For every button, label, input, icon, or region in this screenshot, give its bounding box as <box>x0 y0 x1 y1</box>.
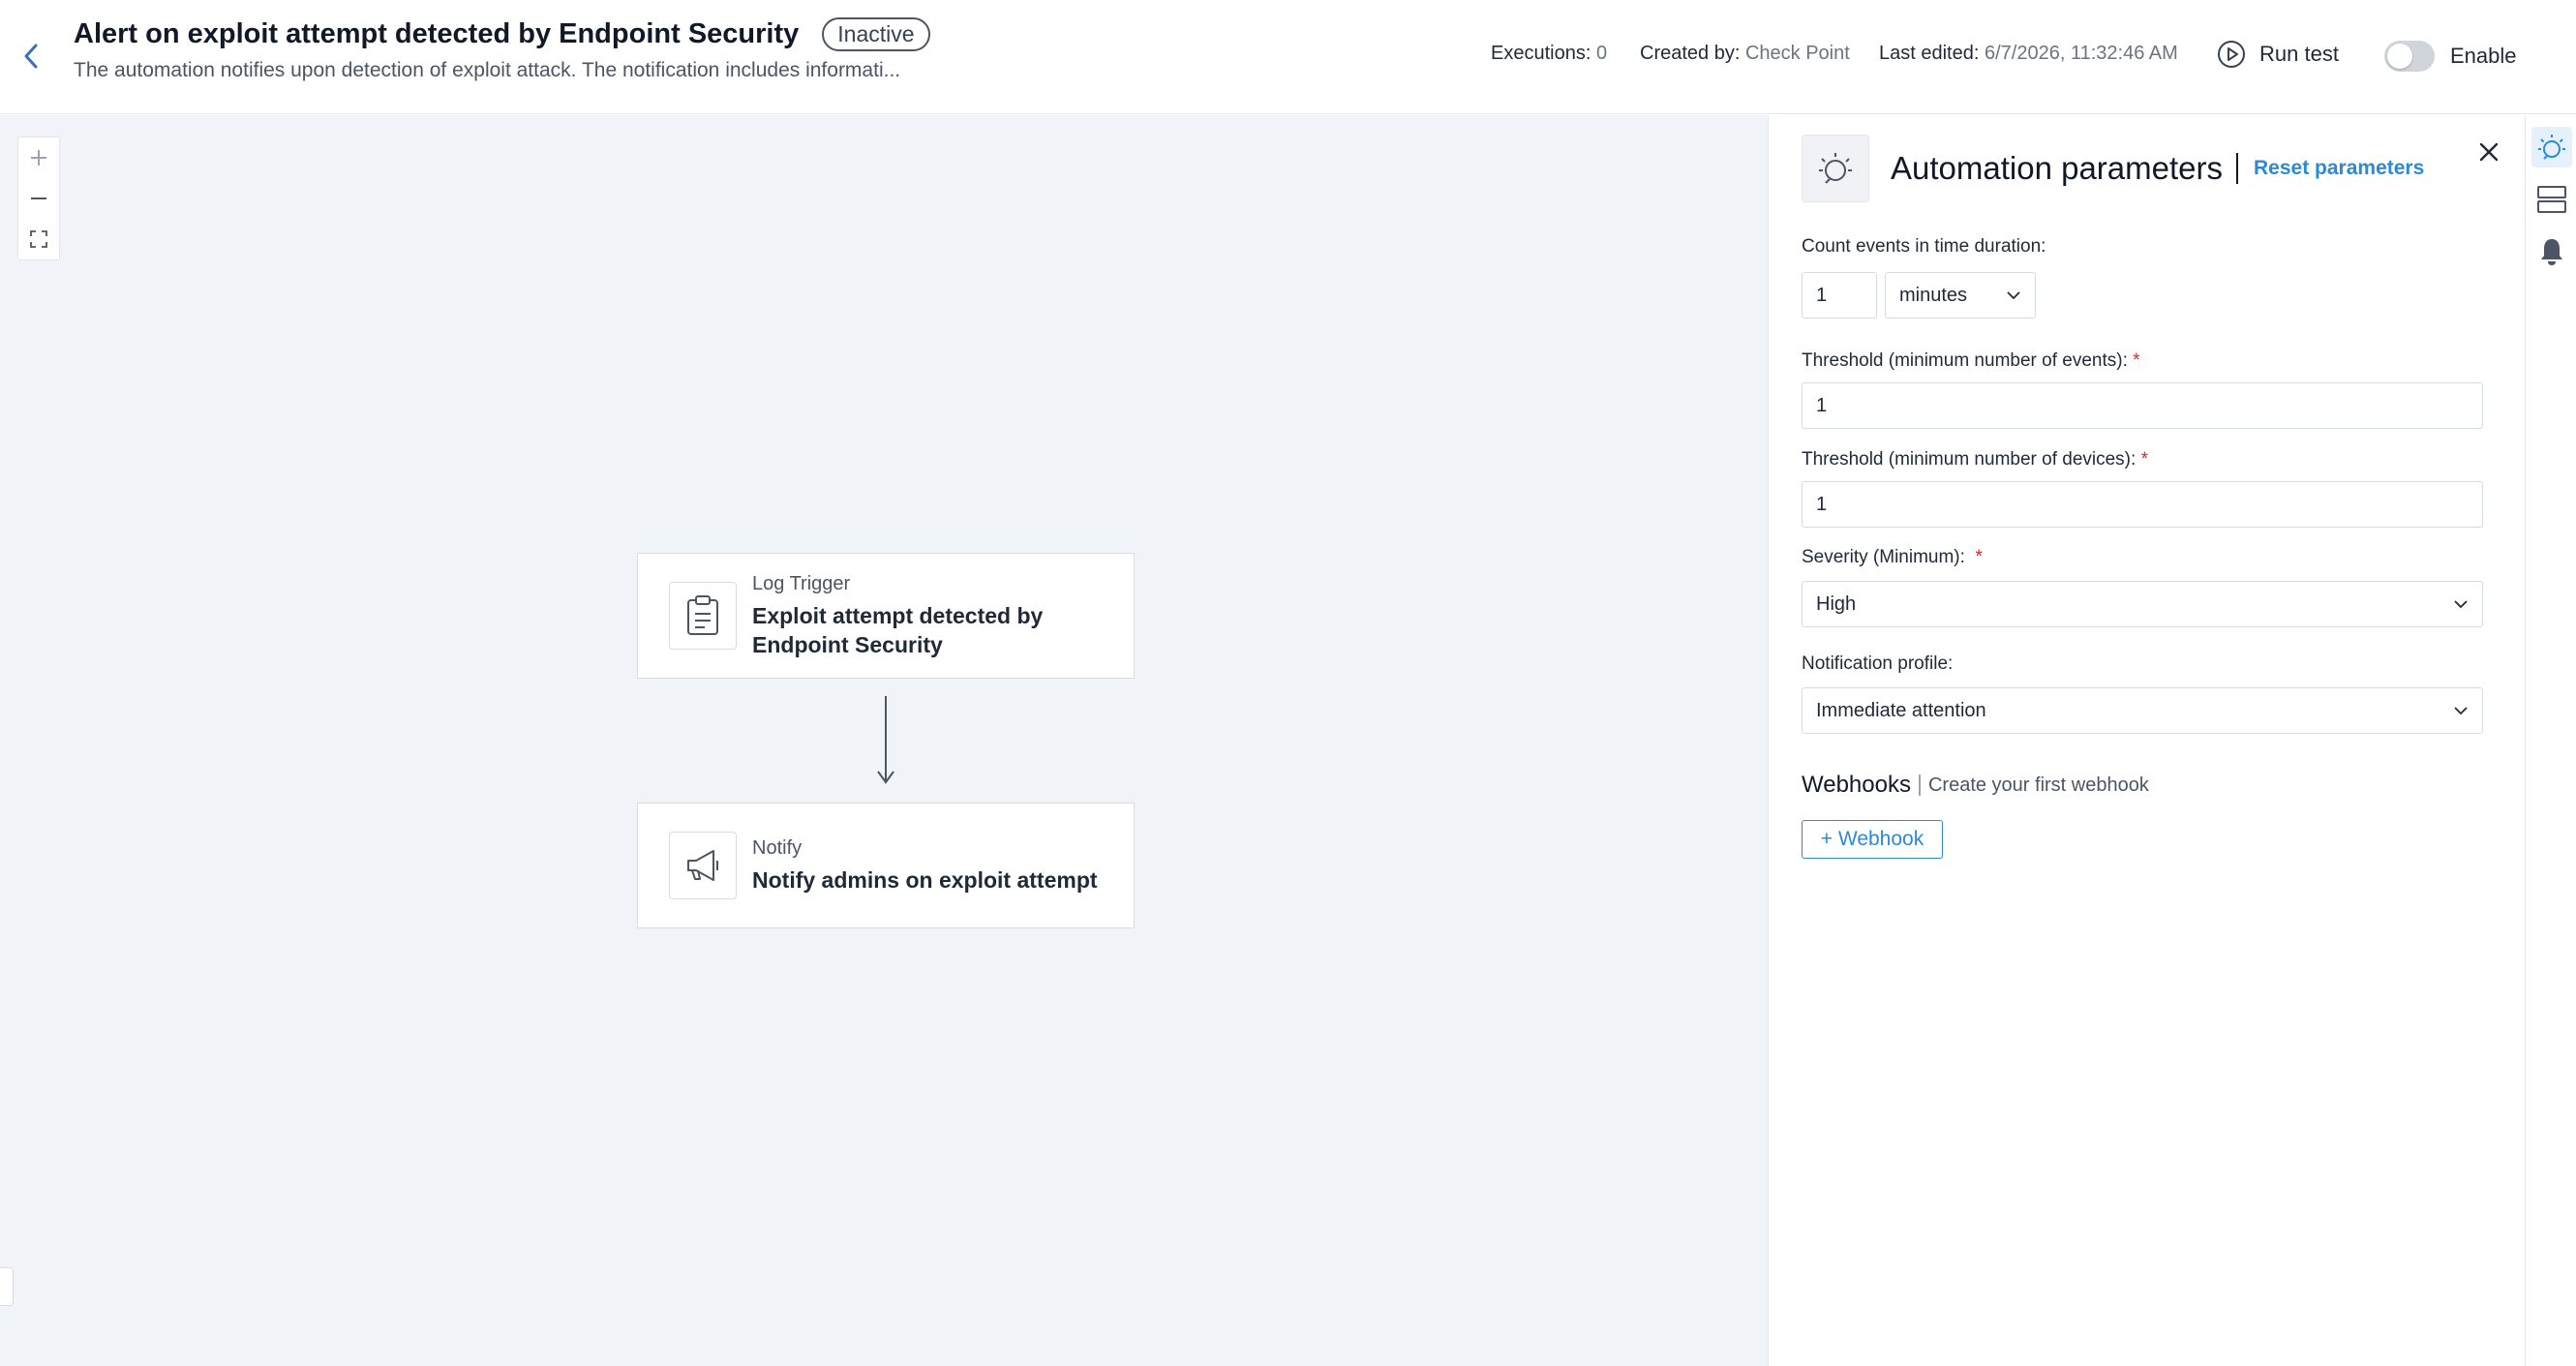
add-webhook-button[interactable]: + Webhook <box>1802 820 1943 859</box>
required-mark: * <box>2133 350 2140 371</box>
title-block: Alert on exploit attempt detected by End… <box>74 17 930 82</box>
chevron-down-icon <box>2454 600 2468 609</box>
zoom-in-button[interactable] <box>18 137 59 178</box>
count-events-label: Count events in time duration: <box>1802 236 2046 257</box>
webhooks-header: Webhooks Create your first webhook <box>1802 772 2149 799</box>
node-icon-box <box>669 582 737 650</box>
webhooks-subtitle: Create your first webhook <box>1927 774 2149 796</box>
count-duration-input[interactable]: 1 <box>1802 272 1877 319</box>
back-button[interactable] <box>15 37 46 76</box>
chevron-down-icon <box>2454 707 2468 715</box>
title-separator <box>2236 153 2239 184</box>
zoom-out-button[interactable] <box>18 178 59 219</box>
chevron-left-icon <box>24 44 38 69</box>
panel-header: Automation parameters Reset parameters <box>1802 135 2424 202</box>
threshold-events-label-text: Threshold (minimum number of events): <box>1802 350 2128 371</box>
run-test-button[interactable]: Run test <box>2217 40 2339 69</box>
plus-icon <box>31 150 46 166</box>
threshold-events-input[interactable]: 1 <box>1802 382 2483 429</box>
threshold-devices-label: Threshold (minimum number of devices): * <box>1802 449 2148 471</box>
node-connector-arrow <box>877 696 894 784</box>
run-test-label: Run test <box>2259 42 2339 66</box>
last-edited-label: Last edited: <box>1879 43 1980 64</box>
threshold-events-label: Threshold (minimum number of events): * <box>1802 350 2140 372</box>
page-title: Alert on exploit attempt detected by End… <box>74 18 800 49</box>
executions-value: 0 <box>1595 43 1608 64</box>
rail-notifications-button[interactable] <box>2531 231 2572 272</box>
page-header: Alert on exploit attempt detected by End… <box>0 0 2576 114</box>
fullscreen-icon <box>30 230 47 248</box>
created-by-value: Check Point <box>1744 43 1850 64</box>
node-title: Exploit attempt detected by Endpoint Sec… <box>752 602 1044 657</box>
duration-unit-select[interactable]: minutes <box>1885 272 2036 319</box>
threshold-devices-label-text: Threshold (minimum number of devices): <box>1802 449 2137 470</box>
last-edited-value: 6/7/2026, 11:32:46 AM <box>1984 43 2178 64</box>
megaphone-icon <box>687 850 718 881</box>
notification-profile-select[interactable]: Immediate attention <box>1802 687 2483 734</box>
workflow-node-notify[interactable]: Notify Notify admins on exploit attempt <box>637 803 1135 928</box>
required-mark: * <box>2140 449 2148 470</box>
close-icon <box>2479 142 2499 162</box>
node-title: Notify admins on exploit attempt <box>752 866 1098 893</box>
automation-parameters-panel: Automation parameters Reset parameters C… <box>1768 115 2525 1366</box>
panel-title: Automation parameters <box>1891 150 2224 186</box>
required-mark: * <box>1975 547 1983 567</box>
duration-unit-value: minutes <box>1899 284 1968 306</box>
workflow-node-trigger[interactable]: Log Trigger Exploit attempt detected by … <box>637 553 1135 679</box>
enable-toggle-group: Enable <box>2384 41 2517 72</box>
zoom-controls <box>17 137 60 260</box>
layers-icon <box>2537 186 2566 213</box>
right-rail <box>2525 115 2576 1366</box>
notification-profile-value: Immediate attention <box>1816 699 1986 721</box>
webhooks-separator <box>1918 774 1921 796</box>
side-panel-handle[interactable] <box>0 1267 14 1306</box>
status-badge: Inactive <box>822 17 930 51</box>
fit-view-button[interactable] <box>18 219 59 259</box>
enable-toggle[interactable] <box>2384 41 2435 72</box>
created-by-label: Created by: <box>1640 43 1741 64</box>
close-panel-button[interactable] <box>2471 135 2506 169</box>
bell-icon <box>2541 239 2562 265</box>
severity-label: Severity (Minimum): * <box>1802 547 1983 568</box>
automation-icon <box>1819 153 1852 184</box>
node-type-label: Log Trigger <box>752 572 851 594</box>
page-description: The automation notifies upon detection o… <box>74 59 901 81</box>
panel-icon-box <box>1802 135 1869 202</box>
node-icon-box <box>669 832 737 899</box>
notification-profile-label: Notification profile: <box>1802 653 1954 674</box>
severity-select[interactable]: High <box>1802 581 2483 627</box>
webhooks-title: Webhooks <box>1802 772 1911 798</box>
clipboard-icon <box>687 595 718 635</box>
created-by-meta: Created by: Check Point <box>1640 43 1850 65</box>
severity-value: High <box>1816 592 1857 615</box>
rail-layout-button[interactable] <box>2531 179 2572 220</box>
last-edited-meta: Last edited: 6/7/2026, 11:32:46 AM <box>1879 43 2178 65</box>
rail-automation-button[interactable] <box>2531 127 2572 167</box>
executions-meta: Executions: 0 <box>1491 43 1607 65</box>
minus-icon <box>31 197 46 199</box>
executions-label: Executions: <box>1491 43 1591 64</box>
threshold-devices-input[interactable]: 1 <box>1802 481 2483 528</box>
play-circle-icon <box>2218 41 2245 68</box>
severity-label-text: Severity (Minimum): <box>1802 547 1965 567</box>
enable-label: Enable <box>2450 44 2517 68</box>
automation-icon <box>2538 135 2565 160</box>
node-type-label: Notify <box>752 836 803 859</box>
reset-parameters-link[interactable]: Reset parameters <box>2254 157 2424 180</box>
chevron-down-icon <box>2007 291 2020 300</box>
workflow-canvas[interactable]: Log Trigger Exploit attempt detected by … <box>0 115 1768 1366</box>
